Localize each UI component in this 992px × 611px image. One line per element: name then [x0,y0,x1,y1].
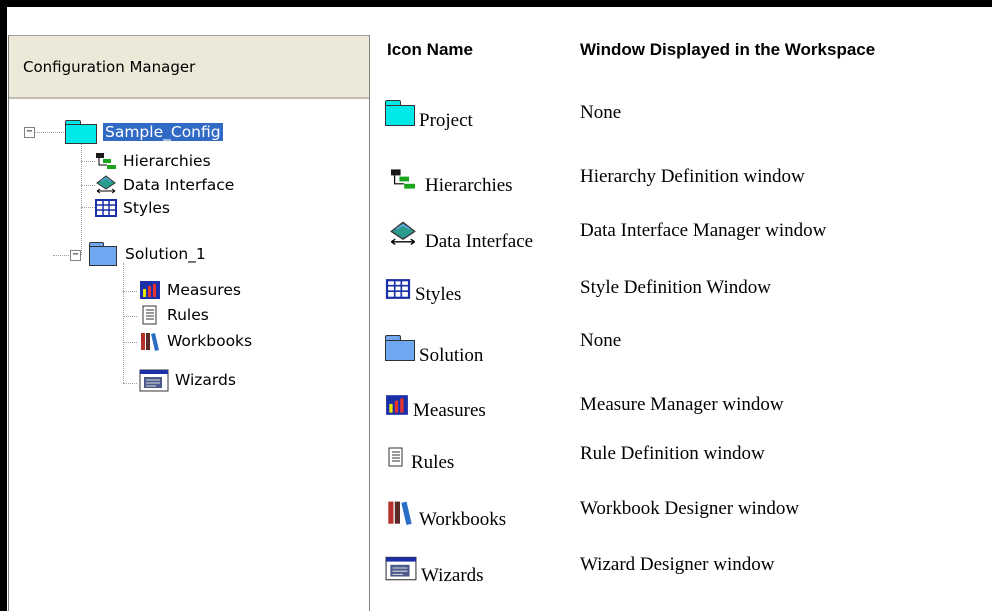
measures-chart-icon [139,280,161,300]
tree-node-wizards[interactable]: Wizards [139,368,238,392]
tree-line [81,139,82,255]
window-cell: Measure Manager window [580,394,784,415]
panel-header: Configuration Manager [9,35,369,99]
tree-node-rules[interactable]: Rules [139,304,211,326]
tree-node-styles[interactable]: Styles [95,197,172,219]
tree-node-label: Styles [123,199,171,217]
icon-name-label: Measures [413,400,486,421]
tree-node-label: Rules [167,306,209,324]
tree-node-hierarchies[interactable]: Hierarchies [95,150,213,172]
hierarchy-icon [385,167,421,197]
rules-document-icon [385,446,407,474]
window-cell: Rule Definition window [580,443,765,464]
tree-node-label: Solution_1 [125,245,206,263]
icon-name-label: Data Interface [425,231,534,252]
measures-chart-icon [385,394,409,422]
panel-title: Configuration Manager [23,58,196,76]
solution-folder-icon [385,335,415,361]
icon-name-label: Wizards [421,565,484,586]
icon-name-label: Rules [411,452,455,473]
icon-name-cell: Styles [385,278,461,306]
tree-node-solution[interactable]: Solution_1 [89,242,208,266]
styles-grid-icon [385,278,411,306]
data-interface-icon [95,175,117,195]
tree-node-label: Wizards [175,371,236,389]
tree-node-label: Data Interface [123,176,235,194]
tree-node-label: Workbooks [167,332,253,350]
tree-node-measures[interactable]: Measures [139,279,243,301]
icon-name-label: Styles [415,284,462,305]
configuration-manager-panel: Configuration Manager − − Sample_Config [8,35,370,611]
rules-document-icon [139,305,161,325]
column-header-window: Window Displayed in the Workspace [580,40,876,59]
styles-grid-icon [95,198,117,218]
icon-name-cell: Workbooks [385,499,506,531]
wizards-icon [385,555,417,587]
tree-node-label: Measures [167,281,241,299]
project-folder-icon [65,120,99,144]
icon-name-label: Solution [419,345,484,366]
icon-name-label: Workbooks [419,509,507,530]
collapse-toggle-sample-config[interactable]: − [24,127,35,138]
window-cell: Wizard Designer window [580,554,775,575]
data-interface-icon [385,221,421,253]
workbooks-icon [139,331,161,351]
icon-name-label: Project [419,110,473,131]
tree-node-label: Sample_Config [103,123,223,141]
wizards-icon [139,368,169,392]
tree-node-data-interface[interactable]: Data Interface [95,174,236,196]
icon-name-cell: Rules [385,446,454,474]
project-folder-icon [385,100,415,126]
icon-name-cell: Solution [385,335,483,366]
tree-node-workbooks[interactable]: Workbooks [139,330,254,352]
solution-folder-icon [89,242,119,266]
window-cell: Style Definition Window [580,277,771,298]
collapse-toggle-solution[interactable]: − [70,250,81,261]
window-cell: Data Interface Manager window [580,220,827,241]
window-cell: Hierarchy Definition window [580,166,805,187]
window-cell: None [580,102,622,123]
icon-name-cell: Measures [385,394,486,422]
column-header-icon-name: Icon Name [387,40,473,59]
frame-top-border [0,0,992,7]
configuration-tree: − − Sample_Config Hierarchies Data Inter… [9,107,369,427]
window-cell: None [580,330,622,351]
tree-node-sample-config[interactable]: Sample_Config [65,120,223,144]
icon-name-label: Hierarchies [425,175,513,196]
icon-name-cell: Wizards [385,555,484,587]
tree-node-label: Hierarchies [123,152,211,170]
icon-name-cell: Project [385,100,473,131]
frame-left-border [0,0,7,611]
workbooks-icon [385,499,415,531]
icon-name-cell: Hierarchies [385,167,513,197]
hierarchy-icon [95,151,117,171]
icon-name-cell: Data Interface [385,221,533,253]
window-cell: Workbook Designer window [580,498,800,519]
